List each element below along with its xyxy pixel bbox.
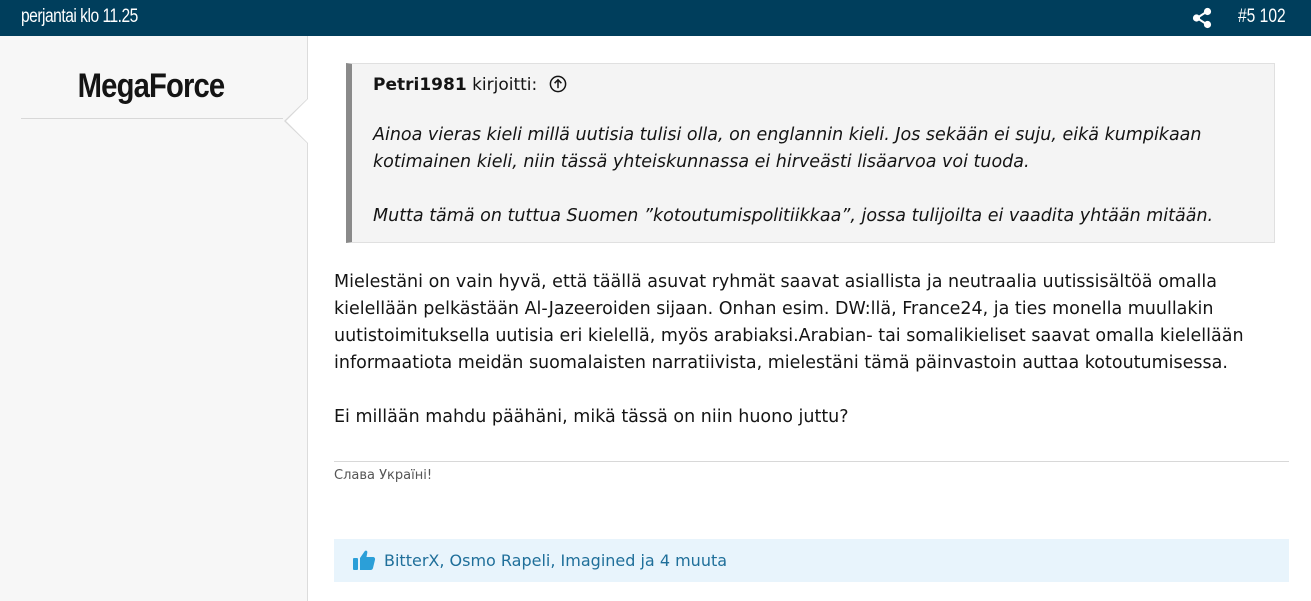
quote-block: Petri1981 kirjoitti: Ainoa vieras kieli … [346, 63, 1275, 243]
arrow-up-circle-icon[interactable] [549, 75, 567, 98]
quote-content: Ainoa vieras kieli millä uutisia tulisi … [373, 122, 1253, 230]
reactions-bar: BitterX, Osmo Rapeli, Imagined ja 4 muut… [334, 539, 1289, 582]
message-pointer-fill [286, 99, 308, 143]
post-content: Mielestäni on vain hyvä, että täällä asu… [334, 269, 1294, 431]
user-signature: Слава Україні! [334, 468, 433, 483]
signature-divider [334, 461, 1289, 462]
post-header-bar: perjantai klo 11.25 #5 102 [0, 0, 1311, 36]
user-divider [21, 118, 283, 119]
share-icon[interactable] [1191, 7, 1213, 29]
post-number-link[interactable]: #5 102 [1238, 6, 1286, 28]
post-paragraph: Ei millään mahdu päähäni, mikä tässä on … [334, 407, 849, 427]
user-info-column: MegaForce [0, 36, 308, 601]
quote-header: Petri1981 kirjoitti: [352, 64, 1274, 108]
quote-wrote-label: kirjoitti: [472, 75, 538, 95]
thumbs-up-icon [352, 549, 376, 571]
quote-paragraph: Ainoa vieras kieli millä uutisia tulisi … [373, 125, 1202, 172]
quote-author[interactable]: Petri1981 [373, 75, 467, 95]
author-username[interactable]: MegaForce [39, 67, 263, 106]
post-date[interactable]: perjantai klo 11.25 [21, 6, 138, 28]
post-paragraph: Mielestäni on vain hyvä, että täällä asu… [334, 272, 1244, 373]
reactions-list-link[interactable]: BitterX, Osmo Rapeli, Imagined ja 4 muut… [384, 551, 727, 570]
quote-paragraph: Mutta tämä on tuttua Suomen ”kotoutumisp… [373, 206, 1214, 226]
